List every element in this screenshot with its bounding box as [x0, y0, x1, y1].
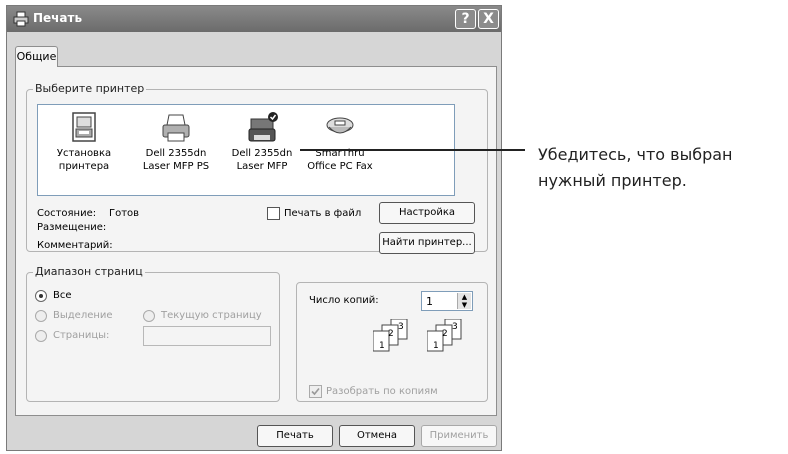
collate-pages-icon: 1 2 3 — [373, 319, 408, 352]
printer-label: Dell 2355dn Laser MFP PS — [142, 148, 210, 172]
collate-checkbox[interactable] — [309, 385, 322, 398]
range-current-page-label: Текущую страницу — [161, 310, 262, 321]
page-range-label: Диапазон страниц — [33, 265, 145, 278]
range-pages-label: Страницы: — [53, 330, 110, 341]
callout-annotation: Убедитесь, что выбран нужный принтер. — [538, 142, 732, 194]
apply-button[interactable]: Применить — [421, 425, 497, 447]
tab-general[interactable]: Общие — [15, 46, 58, 67]
callout-line-2: нужный принтер. — [538, 171, 687, 190]
range-selection-label: Выделение — [53, 310, 113, 321]
collate-page-label: 2 — [388, 329, 394, 339]
status-value: Готов — [109, 208, 140, 219]
collate-page-label: 1 — [433, 341, 439, 351]
printer-icon — [162, 114, 190, 142]
collate-page-label: 1 — [379, 341, 385, 351]
spin-arrows-icon[interactable]: ▲ ▼ — [457, 293, 471, 309]
printer-label: Dell 2355dn Laser MFP — [222, 147, 302, 173]
range-pages-radio[interactable] — [35, 330, 47, 342]
find-printer-button[interactable]: Найти принтер... — [379, 232, 475, 254]
print-button[interactable]: Печать — [257, 425, 333, 447]
copies-stepper[interactable]: 1 ▲ ▼ — [421, 291, 473, 311]
page-range-group: Диапазон страниц Все Выделение Текущую с… — [26, 265, 280, 402]
callout-line — [300, 149, 525, 151]
copies-group: Число копий: 1 ▲ ▼ 1 2 3 1 2 3 Разобрать… — [296, 282, 488, 402]
close-button[interactable]: X — [478, 9, 499, 29]
fax-icon — [326, 117, 354, 134]
range-selection-radio[interactable] — [35, 310, 47, 322]
collate-label: Разобрать по копиям — [326, 386, 438, 397]
window-title: Печать — [33, 11, 83, 25]
range-all-radio[interactable] — [35, 290, 47, 302]
location-label: Размещение: — [37, 222, 107, 233]
default-printer-icon — [248, 112, 278, 142]
range-all-label: Все — [53, 290, 72, 301]
print-to-file-label: Печать в файл — [284, 208, 362, 219]
title-bar[interactable]: Печать ? X — [7, 6, 501, 32]
help-button[interactable]: ? — [455, 9, 476, 29]
print-to-file-checkbox[interactable] — [267, 207, 280, 220]
collate-page-label: 3 — [452, 322, 458, 332]
tab-panel-general: Выберите принтер Установка принтера Dell… — [15, 66, 497, 416]
callout-line-1: Убедитесь, что выбран — [538, 145, 733, 164]
printer-group-label: Выберите принтер — [33, 82, 147, 95]
printer-item-dell-mfp[interactable]: Dell 2355dn Laser MFP — [222, 111, 302, 173]
printer-icon — [13, 11, 29, 27]
comment-label: Комментарий: — [37, 240, 113, 251]
pages-input[interactable] — [143, 326, 271, 346]
cancel-button[interactable]: Отмена — [339, 425, 415, 447]
settings-button[interactable]: Настройка — [379, 202, 475, 224]
checkmark-icon — [311, 387, 320, 396]
collate-page-label: 3 — [398, 322, 404, 332]
printer-item-dell-ps[interactable]: Dell 2355dn Laser MFP PS — [136, 111, 216, 173]
printer-item-add[interactable]: Установка принтера — [44, 111, 124, 173]
print-dialog: Печать ? X Общие Выберите принтер Устано… — [6, 5, 502, 451]
collate-pages-icon: 1 2 3 — [427, 319, 462, 352]
printer-item-fax[interactable]: SmarThru Office PC Fax — [300, 111, 380, 173]
add-printer-icon — [72, 112, 96, 142]
range-current-page-radio[interactable] — [143, 310, 155, 322]
copies-value: 1 — [426, 295, 433, 308]
copies-label: Число копий: — [309, 295, 379, 306]
printer-label-selected: Dell 2355dn Laser MFP — [231, 148, 293, 172]
printer-label: Установка принтера — [56, 148, 112, 172]
printer-group: Выберите принтер Установка принтера Dell… — [26, 82, 488, 254]
status-label: Состояние: — [37, 208, 97, 219]
collate-page-label: 2 — [442, 329, 448, 339]
